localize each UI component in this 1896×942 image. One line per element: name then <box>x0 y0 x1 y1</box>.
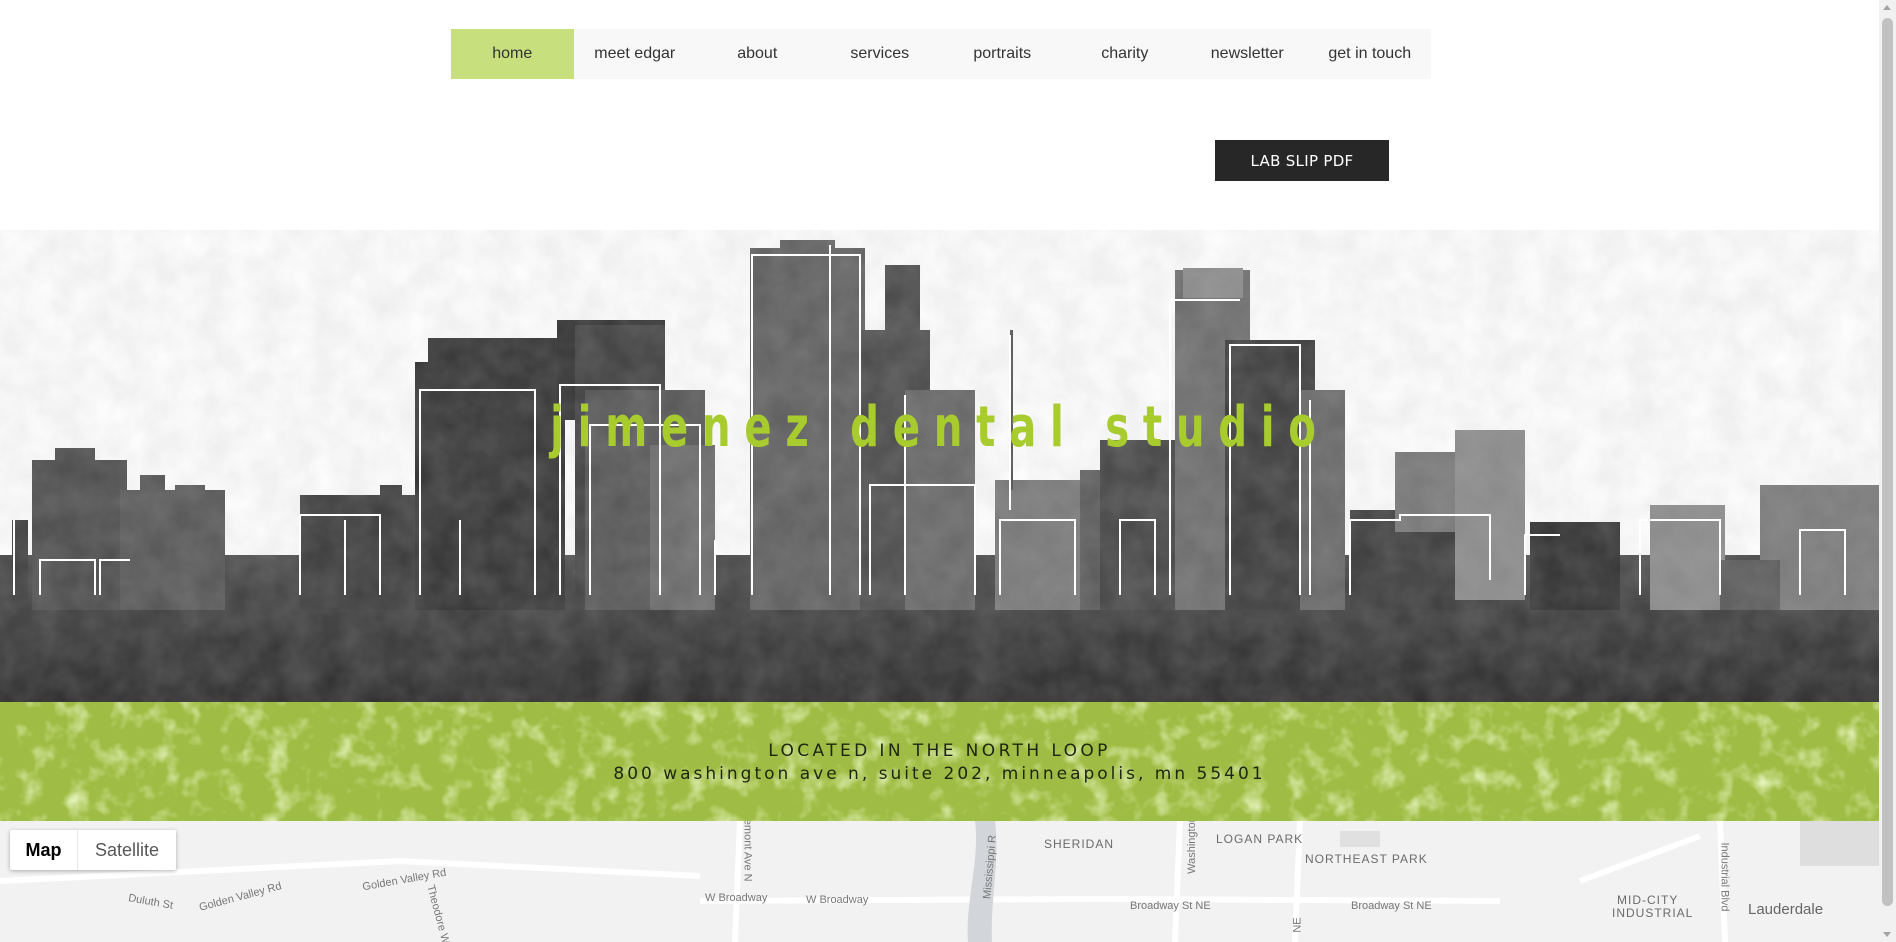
map-label-lauderdale: Lauderdale <box>1748 901 1824 918</box>
lab-slip-pdf-button[interactable]: LAB SLIP PDF <box>1215 140 1389 181</box>
map-label-logan-park: LOGAN PARK <box>1216 832 1304 846</box>
map-street-broadway-ne-2: Broadway St NE <box>1351 900 1432 912</box>
nav-item-portraits[interactable]: portraits <box>941 29 1064 79</box>
map-street-washington: Washington <box>1185 821 1198 874</box>
nav-item-meet-edgar[interactable]: meet edgar <box>574 29 697 79</box>
site-title: jimenez dental studio <box>550 395 1330 460</box>
nav-item-get-in-touch[interactable]: get in touch <box>1309 29 1432 79</box>
map-street-broadway-ne-1: Broadway St NE <box>1130 900 1211 912</box>
embedded-map[interactable]: SHERIDAN LOGAN PARK NORTHEAST PARK MID-C… <box>0 821 1879 942</box>
location-band <box>0 702 1879 821</box>
nav-item-services[interactable]: services <box>819 29 942 79</box>
nav-item-about[interactable]: about <box>696 29 819 79</box>
nav-item-home[interactable]: home <box>451 29 574 79</box>
map-label-mid-city: MID-CITY <box>1617 893 1679 907</box>
scroll-down-arrow-icon[interactable] <box>1883 932 1891 937</box>
location-heading: LOCATED IN THE NORTH LOOP <box>768 741 1111 761</box>
map-street-fremont: Fremont Ave N <box>741 821 754 882</box>
hero-skyline-image <box>0 230 1879 702</box>
map-street-industrial-blvd: Industrial Blvd <box>1718 842 1731 912</box>
main-nav: home meet edgar about services portraits… <box>451 29 1431 79</box>
nav-item-charity[interactable]: charity <box>1064 29 1187 79</box>
location-address: 800 washington ave n, suite 202, minneap… <box>613 764 1266 784</box>
map-label-industrial: INDUSTRIAL <box>1612 906 1694 920</box>
nav-item-newsletter[interactable]: newsletter <box>1186 29 1309 79</box>
scrollbar-thumb[interactable] <box>1882 18 1893 906</box>
map-street-w-broadway-1: W Broadway <box>705 892 768 904</box>
map-type-toggle: Map Satellite <box>10 830 176 870</box>
map-street-ne: NE <box>1291 917 1304 933</box>
map-label-sheridan: SHERIDAN <box>1044 837 1115 851</box>
scroll-up-arrow-icon[interactable] <box>1883 5 1891 10</box>
vertical-scrollbar[interactable] <box>1879 0 1896 942</box>
satellite-view-button[interactable]: Satellite <box>78 830 176 870</box>
map-label-northeast-park: NORTHEAST PARK <box>1305 852 1428 866</box>
map-view-button[interactable]: Map <box>10 830 78 870</box>
map-street-w-broadway-2: W Broadway <box>806 894 869 906</box>
